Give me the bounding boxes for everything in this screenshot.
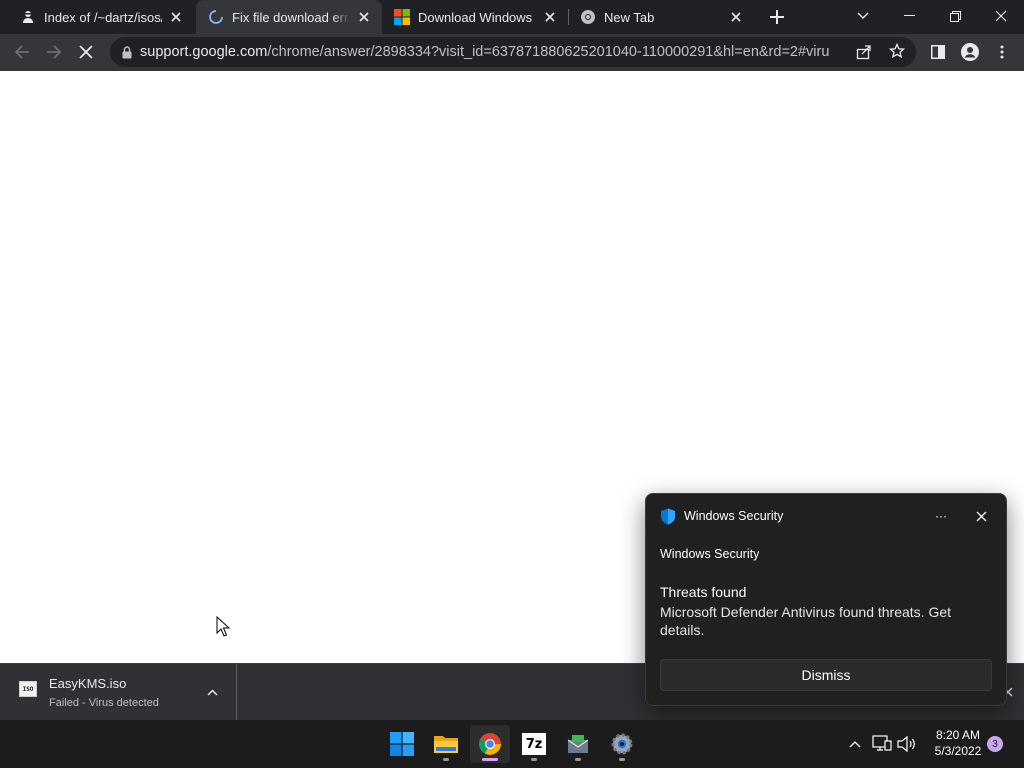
forward-button[interactable] — [40, 38, 68, 66]
close-tab-icon[interactable] — [356, 9, 372, 25]
chevron-up-icon — [206, 688, 218, 696]
chevron-down-icon — [857, 12, 869, 19]
tab-new-tab[interactable]: New Tab — [568, 0, 754, 34]
tab-title: Fix file download errors — [232, 9, 350, 25]
clock-date: 5/3/2022 — [934, 744, 982, 758]
running-indicator — [531, 758, 537, 761]
loading-spinner-icon — [208, 9, 224, 25]
taskbar-mail-app[interactable] — [558, 725, 598, 763]
restore-button[interactable] — [932, 0, 978, 32]
taskbar-chrome[interactable] — [470, 725, 510, 763]
url-text[interactable]: support.google.com/chrome/answer/2898334… — [140, 44, 830, 60]
new-tab-button[interactable] — [764, 5, 790, 29]
side-panel-button[interactable] — [924, 38, 952, 66]
mouse-cursor-icon — [216, 616, 230, 637]
page-favicon — [20, 9, 36, 25]
back-button[interactable] — [8, 38, 36, 66]
minimize-icon — [903, 15, 915, 16]
taskbar-7zip[interactable]: 7z — [514, 725, 554, 763]
taskbar-settings[interactable] — [602, 725, 642, 763]
chrome-icon — [580, 9, 596, 25]
url-path: /chrome/answer/2898334?visit_id=63787188… — [267, 44, 830, 60]
7zip-icon: 7z — [522, 733, 546, 755]
close-tab-icon[interactable] — [168, 9, 184, 25]
tray-overflow-button[interactable] — [844, 733, 866, 755]
browser-toolbar: support.google.com/chrome/answer/2898334… — [0, 34, 1024, 71]
profile-button[interactable] — [956, 38, 984, 66]
download-item[interactable]: ISO EasyKMS.iso Failed - Virus detected — [0, 664, 237, 720]
notification-source: Windows Security — [660, 547, 760, 561]
running-indicator — [575, 758, 581, 761]
download-options-button[interactable] — [200, 684, 224, 700]
restore-icon — [949, 10, 961, 22]
chrome-icon — [479, 733, 501, 755]
windows-taskbar: 7z 8:20 AM 5/3/2022 3 — [0, 720, 1024, 768]
close-tab-icon[interactable] — [728, 9, 744, 25]
more-horizontal-icon: ··· — [935, 509, 947, 523]
arrow-left-icon — [14, 45, 29, 59]
iso-file-badge: ISO — [22, 685, 34, 693]
share-icon[interactable] — [856, 44, 872, 60]
lock-icon[interactable] — [122, 45, 132, 59]
minimize-button[interactable] — [886, 0, 932, 32]
notification-app-name: Windows Security — [684, 509, 784, 523]
tab-strip: Index of /~dartz/isos/ Fix file download… — [0, 0, 1024, 34]
close-window-button[interactable] — [978, 0, 1024, 32]
notification-count-badge[interactable]: 3 — [987, 736, 1003, 752]
download-filename: EasyKMS.iso — [49, 676, 127, 691]
notification-more-button[interactable]: ··· — [930, 507, 952, 525]
chevron-up-icon — [849, 740, 861, 747]
active-indicator — [482, 758, 498, 761]
menu-button[interactable] — [988, 38, 1016, 66]
notification-title: Threats found — [660, 584, 747, 600]
url-host: support.google.com — [140, 44, 268, 60]
tab-search-button[interactable] — [840, 0, 886, 32]
tab-fix-file-download-errors[interactable]: Fix file download errors — [196, 0, 382, 34]
tab-download-windows-10[interactable]: Download Windows 10 — [382, 0, 568, 34]
notification-close-button[interactable] — [971, 506, 991, 526]
network-icon[interactable] — [872, 735, 892, 753]
7zip-label: 7z — [525, 736, 543, 752]
clock-time: 8:20 AM — [935, 728, 981, 742]
microsoft-logo-icon — [394, 9, 410, 25]
tab-index-of-isos[interactable]: Index of /~dartz/isos/ — [8, 0, 194, 34]
close-icon — [976, 511, 986, 521]
side-panel-icon — [931, 45, 945, 59]
clock[interactable]: 8:20 AM 5/3/2022 — [924, 727, 992, 761]
tab-title: Index of /~dartz/isos/ — [44, 9, 162, 25]
windows-logo-icon — [390, 732, 414, 756]
taskbar-file-explorer[interactable] — [426, 725, 466, 763]
plus-icon — [770, 10, 784, 24]
stop-loading-button[interactable] — [72, 38, 100, 66]
dismiss-button[interactable]: Dismiss — [660, 659, 992, 691]
start-button[interactable] — [382, 725, 422, 763]
download-status: Failed - Virus detected — [49, 697, 159, 709]
running-indicator — [619, 758, 625, 761]
close-icon — [79, 45, 93, 59]
address-bar[interactable]: support.google.com/chrome/answer/2898334… — [110, 37, 916, 67]
running-indicator — [443, 758, 449, 761]
tab-title: New Tab — [604, 9, 655, 25]
gear-icon — [611, 733, 633, 755]
bookmark-star-icon[interactable] — [889, 43, 905, 59]
shield-icon — [661, 508, 675, 525]
arrow-right-icon — [47, 45, 62, 59]
profile-avatar-icon — [961, 43, 979, 61]
notification-body: Microsoft Defender Antivirus found threa… — [660, 604, 952, 638]
folder-icon — [434, 736, 458, 753]
tab-title: Download Windows 10 — [418, 9, 536, 25]
close-tab-icon[interactable] — [542, 9, 558, 25]
windows-security-notification[interactable]: Windows Security ··· Windows Security Th… — [645, 493, 1007, 706]
mail-app-icon — [567, 735, 589, 753]
close-icon — [995, 10, 1007, 22]
iso-file-icon: ISO — [19, 681, 37, 697]
more-vertical-icon — [1000, 45, 1004, 59]
volume-icon[interactable] — [897, 735, 917, 753]
